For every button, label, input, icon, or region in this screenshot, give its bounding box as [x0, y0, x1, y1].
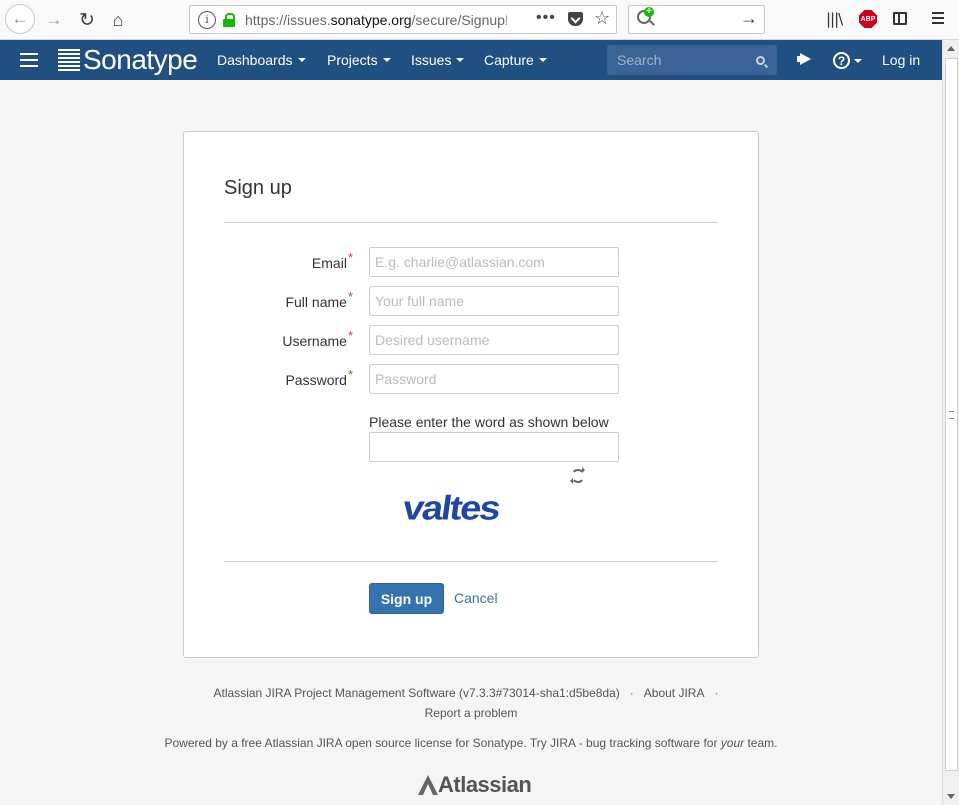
captcha-image: valtes — [404, 488, 502, 527]
separator: · — [714, 686, 719, 700]
about-jira-link[interactable]: About JIRA — [644, 686, 705, 700]
report-problem-link[interactable]: Report a problem — [425, 706, 518, 720]
full-name-field[interactable] — [369, 286, 619, 316]
username-label: Username* — [282, 328, 353, 349]
library-icon[interactable]: |||\ — [826, 10, 843, 28]
url-text[interactable]: https://issues.sonatype.org/secure/Signu… — [245, 12, 507, 28]
forward-arrow-icon[interactable]: → — [40, 6, 68, 34]
scroll-down-arrow-icon[interactable] — [947, 794, 955, 799]
nav-label: Projects — [327, 52, 378, 68]
search-input[interactable] — [607, 45, 757, 75]
nav-label: Issues — [411, 52, 452, 68]
nav-label: Capture — [484, 52, 534, 68]
scrollbar-thumb[interactable] — [945, 58, 958, 771]
lock-icon — [223, 12, 235, 27]
quick-search — [607, 45, 777, 75]
powered-text-end: team. — [744, 736, 778, 750]
caret-down-icon — [297, 58, 306, 62]
browser-toolbar: ← → ↻ ⌂ i https://issues.sonatype.org/se… — [0, 0, 959, 40]
nav-capture[interactable]: Capture — [484, 40, 547, 80]
full-name-label: Full name* — [285, 289, 353, 310]
signup-button[interactable]: Sign up — [369, 583, 444, 614]
help-icon[interactable]: ? — [833, 52, 850, 69]
vertical-scrollbar[interactable] — [942, 40, 959, 805]
powered-text: Powered by a free Atlassian JIRA open so… — [164, 736, 721, 750]
page-title: Sign up — [224, 177, 292, 199]
nav-issues[interactable]: Issues — [411, 40, 465, 80]
scroll-up-arrow-icon[interactable] — [947, 46, 955, 51]
sidebar-icon[interactable] — [893, 12, 907, 25]
add-search-engine-icon: + — [644, 7, 654, 17]
nav-projects[interactable]: Projects — [327, 40, 391, 80]
powered-emphasis: your — [720, 736, 745, 750]
required-marker: * — [347, 250, 353, 265]
email-label: Email* — [311, 250, 353, 271]
required-marker: * — [347, 289, 353, 304]
reload-icon[interactable]: ↻ — [73, 6, 101, 34]
powered-by-text: Powered by a free Atlassian JIRA open so… — [0, 736, 942, 750]
atlassian-logo[interactable]: Atlassian — [416, 772, 532, 798]
footer-report: Report a problem — [0, 706, 942, 720]
nav-label: Dashboards — [217, 52, 293, 68]
caret-down-icon — [538, 58, 547, 62]
app-header: Sonatype Dashboards Projects Issues Capt… — [0, 40, 942, 80]
pocket-icon[interactable] — [568, 12, 583, 26]
cancel-link[interactable]: Cancel — [454, 590, 498, 606]
adblock-plus-icon[interactable]: ABP — [859, 10, 877, 28]
signup-card: Sign up Email* Full name* Username* Pass… — [183, 131, 759, 658]
caret-down-icon — [456, 58, 465, 62]
separator: · — [629, 686, 634, 700]
username-field[interactable] — [369, 325, 619, 355]
refresh-captcha-icon[interactable] — [570, 467, 585, 484]
browser-search-box[interactable]: + → — [628, 5, 765, 34]
info-icon[interactable]: i — [198, 10, 216, 29]
hamburger-menu-icon[interactable] — [20, 53, 38, 67]
search-icon[interactable] — [756, 56, 765, 65]
password-field[interactable] — [369, 364, 619, 394]
footer-links: Atlassian JIRA Project Management Softwa… — [0, 686, 942, 700]
login-link[interactable]: Log in — [882, 52, 920, 68]
caret-down-icon — [382, 58, 391, 62]
email-field[interactable] — [369, 247, 619, 277]
back-arrow-icon[interactable]: ← — [5, 4, 35, 34]
nav-dashboards[interactable]: Dashboards — [217, 40, 306, 80]
password-label: Password* — [285, 367, 353, 388]
required-marker: * — [347, 367, 353, 382]
bookmark-star-icon[interactable]: ☆ — [594, 8, 610, 29]
version-link[interactable]: Atlassian JIRA Project Management Softwa… — [214, 686, 620, 700]
atlassian-logo-text: Atlassian — [438, 772, 532, 797]
home-icon[interactable]: ⌂ — [104, 6, 132, 34]
divider — [224, 561, 718, 562]
page-actions-icon[interactable]: ••• — [536, 9, 556, 27]
go-arrow-icon[interactable]: → — [740, 8, 758, 29]
required-marker: * — [347, 328, 353, 343]
sonatype-logo-mark-icon — [58, 49, 80, 71]
sonatype-logo[interactable]: Sonatype — [58, 44, 198, 75]
browser-menu-icon[interactable] — [932, 12, 944, 24]
divider — [224, 222, 718, 223]
megaphone-icon[interactable] — [797, 52, 813, 68]
captcha-label: Please enter the word as shown below — [369, 414, 609, 430]
logo-text: Sonatype — [83, 44, 198, 75]
address-bar[interactable]: i https://issues.sonatype.org/secure/Sig… — [189, 5, 617, 34]
captcha-word: valtes — [404, 488, 502, 527]
caret-down-icon[interactable] — [854, 59, 862, 63]
atlassian-logo-mark-icon — [416, 773, 438, 797]
captcha-field[interactable] — [369, 432, 619, 462]
